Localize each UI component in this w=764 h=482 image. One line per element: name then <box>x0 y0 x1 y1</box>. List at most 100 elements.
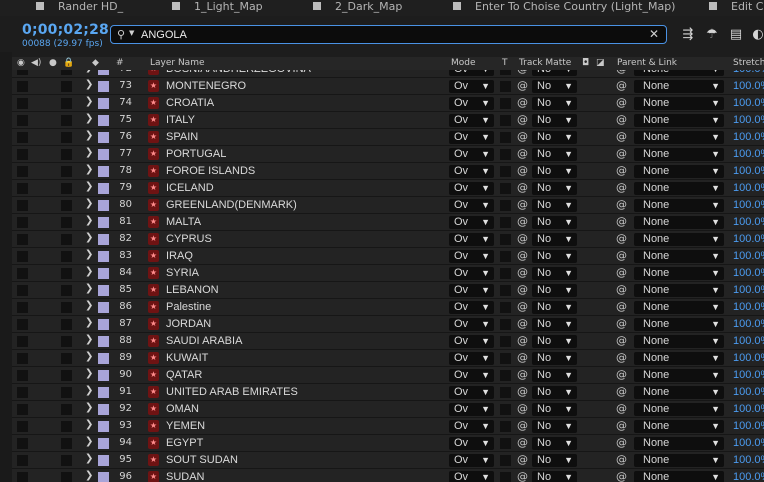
layer-name[interactable]: SYRIA <box>166 267 199 279</box>
layer-name[interactable]: SOUT SUDAN <box>166 454 238 466</box>
track-matte-pickwhip-icon[interactable]: @ <box>517 334 528 347</box>
preserve-transparency-switch[interactable] <box>500 98 511 109</box>
preserve-transparency-switch[interactable] <box>500 149 511 160</box>
video-switch[interactable] <box>17 285 28 296</box>
layer-name[interactable]: CROATIA <box>166 97 214 109</box>
parent-pickwhip-icon[interactable]: @ <box>616 436 627 449</box>
stretch-value[interactable]: 100.0% <box>733 318 764 330</box>
track-matte-dropdown[interactable]: No ▼ <box>532 403 577 416</box>
stretch-value[interactable]: 100.0% <box>733 301 764 313</box>
preserve-transparency-switch[interactable] <box>500 353 511 364</box>
parent-dropdown[interactable]: None ▼ <box>634 233 724 246</box>
video-switch[interactable] <box>17 149 28 160</box>
layer-row[interactable]: ❯ 89 ★ KUWAIT Ov ▼ @ No ▼ @ None ▼ 100.0% <box>12 350 764 367</box>
column-t[interactable]: T <box>502 58 508 68</box>
preserve-transparency-switch[interactable] <box>500 319 511 330</box>
track-matte-dropdown[interactable]: No ▼ <box>532 250 577 263</box>
label-color-swatch[interactable] <box>98 353 109 364</box>
preserve-transparency-switch[interactable] <box>500 115 511 126</box>
column-num[interactable]: # <box>116 58 124 68</box>
blend-mode-dropdown[interactable]: Ov ▼ <box>449 114 494 127</box>
label-color-swatch[interactable] <box>98 438 109 449</box>
parent-dropdown[interactable]: None ▼ <box>634 199 724 212</box>
video-switch[interactable] <box>17 268 28 279</box>
parent-pickwhip-icon[interactable]: @ <box>616 351 627 364</box>
blend-mode-dropdown[interactable]: Ov ▼ <box>449 80 494 93</box>
label-color-swatch[interactable] <box>98 336 109 347</box>
layer-row[interactable]: ❯ 75 ★ ITALY Ov ▼ @ No ▼ @ None ▼ 100.0% <box>12 112 764 129</box>
parent-pickwhip-icon[interactable]: @ <box>616 419 627 432</box>
column-layer-name[interactable]: Layer Name <box>150 58 205 68</box>
layer-row[interactable]: ❯ 73 ★ MONTENEGRO Ov ▼ @ No ▼ @ None ▼ 100.0% <box>12 78 764 95</box>
lock-switch[interactable] <box>61 81 72 92</box>
track-matte-pickwhip-icon[interactable]: @ <box>517 113 528 126</box>
preserve-transparency-switch[interactable] <box>500 302 511 313</box>
track-matte-dropdown[interactable]: No ▼ <box>532 420 577 433</box>
layer-name[interactable]: ICELAND <box>166 182 214 194</box>
layer-name[interactable]: GREENLAND(DENMARK) <box>166 199 297 211</box>
parent-pickwhip-icon[interactable]: @ <box>616 147 627 160</box>
track-matte-pickwhip-icon[interactable]: @ <box>517 351 528 364</box>
preserve-transparency-switch[interactable] <box>500 70 511 75</box>
label-color-swatch[interactable] <box>98 268 109 279</box>
layer-name[interactable]: SUDAN <box>166 471 205 482</box>
track-matte-dropdown[interactable]: No ▼ <box>532 454 577 467</box>
track-matte-pickwhip-icon[interactable]: @ <box>517 402 528 415</box>
search-input[interactable] <box>141 27 641 42</box>
expand-twirl-icon[interactable]: ❯ <box>85 113 93 124</box>
label-color-swatch[interactable] <box>98 149 109 160</box>
layer-name[interactable]: MALTA <box>166 216 201 228</box>
parent-pickwhip-icon[interactable]: @ <box>616 70 627 75</box>
track-matte-dropdown[interactable]: No ▼ <box>532 437 577 450</box>
track-matte-pickwhip-icon[interactable]: @ <box>517 147 528 160</box>
layer-name[interactable]: UNITED ARAB EMIRATES <box>166 386 298 398</box>
layer-name[interactable]: BOSNIAANDHERZEGOVINA <box>166 70 311 75</box>
layer-row[interactable]: ❯ 83 ★ IRAQ Ov ▼ @ No ▼ @ None ▼ 100.0% <box>12 248 764 265</box>
track-matte-dropdown[interactable]: No ▼ <box>532 352 577 365</box>
stretch-value[interactable]: 100.0% <box>733 148 764 160</box>
lock-switch[interactable] <box>61 319 72 330</box>
layer-name[interactable]: ITALY <box>166 114 195 126</box>
track-matte-dropdown[interactable]: No ▼ <box>532 97 577 110</box>
expand-twirl-icon[interactable]: ❯ <box>85 283 93 294</box>
track-matte-dropdown[interactable]: No ▼ <box>532 386 577 399</box>
track-matte-dropdown[interactable]: No ▼ <box>532 114 577 127</box>
layer-row[interactable]: ❯ 77 ★ PORTUGAL Ov ▼ @ No ▼ @ None ▼ 100.0% <box>12 146 764 163</box>
blend-mode-dropdown[interactable]: Ov ▼ <box>449 284 494 297</box>
expand-twirl-icon[interactable]: ❯ <box>85 164 93 175</box>
shy-layers-icon[interactable]: ☂ <box>703 27 721 43</box>
column-stretch[interactable]: Stretch <box>733 58 764 68</box>
parent-pickwhip-icon[interactable]: @ <box>616 385 627 398</box>
layer-row[interactable]: ❯ 82 ★ CYPRUS Ov ▼ @ No ▼ @ None ▼ 100.0% <box>12 231 764 248</box>
label-color-swatch[interactable] <box>98 183 109 194</box>
parent-dropdown[interactable]: None ▼ <box>634 80 724 93</box>
preserve-transparency-switch[interactable] <box>500 370 511 381</box>
preserve-transparency-switch[interactable] <box>500 421 511 432</box>
track-matte-pickwhip-icon[interactable]: @ <box>517 436 528 449</box>
lock-switch[interactable] <box>61 200 72 211</box>
track-matte-pickwhip-icon[interactable]: @ <box>517 130 528 143</box>
track-matte-pickwhip-icon[interactable]: @ <box>517 96 528 109</box>
stretch-value[interactable]: 100.0% <box>733 199 764 211</box>
layer-row[interactable]: ❯ 95 ★ SOUT SUDAN Ov ▼ @ No ▼ @ None ▼ 100.0% <box>12 452 764 469</box>
track-matte-dropdown[interactable]: No ▼ <box>532 318 577 331</box>
blend-mode-dropdown[interactable]: Ov ▼ <box>449 267 494 280</box>
video-switch[interactable] <box>17 183 28 194</box>
track-matte-dropdown[interactable]: No ▼ <box>532 80 577 93</box>
track-matte-dropdown[interactable]: No ▼ <box>532 182 577 195</box>
track-matte-dropdown[interactable]: No ▼ <box>532 471 577 482</box>
lock-switch[interactable] <box>61 404 72 415</box>
parent-pickwhip-icon[interactable]: @ <box>616 453 627 466</box>
track-matte-pickwhip-icon[interactable]: @ <box>517 215 528 228</box>
label-color-swatch[interactable] <box>98 234 109 245</box>
label-color-swatch[interactable] <box>98 302 109 313</box>
parent-dropdown[interactable]: None ▼ <box>634 97 724 110</box>
stretch-value[interactable]: 100.0% <box>733 471 764 482</box>
layer-name[interactable]: FOROE ISLANDS <box>166 165 255 177</box>
preserve-transparency-switch[interactable] <box>500 183 511 194</box>
parent-pickwhip-icon[interactable]: @ <box>616 317 627 330</box>
lock-switch[interactable] <box>61 285 72 296</box>
blend-mode-dropdown[interactable]: Ov ▼ <box>449 437 494 450</box>
preserve-transparency-switch[interactable] <box>500 166 511 177</box>
parent-dropdown[interactable]: None ▼ <box>634 114 724 127</box>
